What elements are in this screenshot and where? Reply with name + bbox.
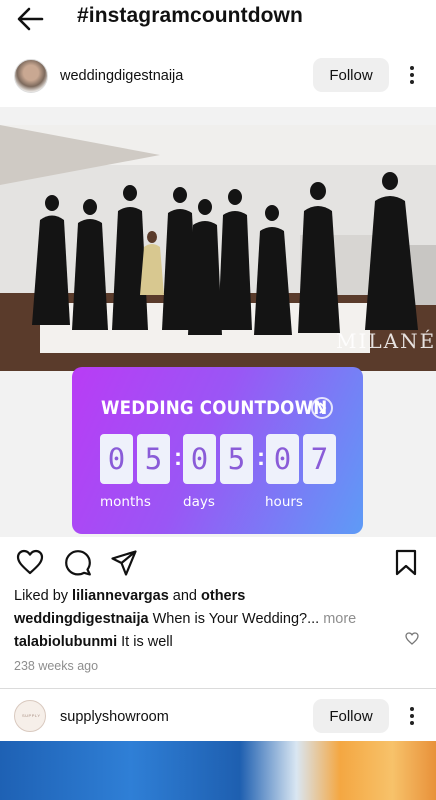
- heart-icon[interactable]: [16, 549, 44, 575]
- post-media[interactable]: [0, 741, 436, 800]
- more-options-icon[interactable]: [404, 705, 420, 727]
- colon-separator: :: [257, 444, 265, 471]
- countdown-digits: 0 5 : 0 5 : 0 7: [100, 434, 340, 484]
- comment-text: It is well: [117, 634, 173, 650]
- caption-text: When is Your Wedding?...: [148, 611, 320, 627]
- post-actions: [0, 544, 436, 582]
- countdown-digit: 5: [220, 434, 253, 484]
- follow-button[interactable]: Follow: [313, 699, 389, 733]
- follow-button[interactable]: Follow: [313, 58, 389, 92]
- countdown-digit: 0: [100, 434, 133, 484]
- liked-username[interactable]: liliannevargas: [72, 588, 169, 604]
- share-icon[interactable]: [110, 549, 138, 577]
- countdown-digit: 5: [137, 434, 170, 484]
- post-username[interactable]: supplyshowroom: [60, 709, 169, 725]
- countdown-digit: 0: [266, 434, 299, 484]
- comment-item: talabiolubunmi It is well: [14, 634, 173, 650]
- post-username[interactable]: weddingdigestnaija: [60, 68, 183, 84]
- colon-separator: :: [174, 444, 182, 471]
- liked-others[interactable]: others: [201, 588, 245, 604]
- likes-line[interactable]: Liked by liliannevargas and others: [14, 588, 245, 604]
- countdown-sticker[interactable]: WEDDING COUNTDOWN 0 5 : 0 5 : 0 7 months…: [72, 367, 363, 534]
- back-arrow-icon[interactable]: [16, 6, 44, 32]
- countdown-title: WEDDING COUNTDOWN: [101, 397, 328, 419]
- caption-more-link[interactable]: more: [319, 611, 356, 627]
- post-caption: weddingdigestnaija When is Your Wedding?…: [14, 611, 414, 627]
- top-bar: #instagramcountdown: [0, 0, 436, 40]
- avatar[interactable]: [14, 59, 48, 93]
- countdown-digit: 7: [303, 434, 336, 484]
- post-header: SUPPLY supplyshowroom Follow: [0, 696, 436, 740]
- photo-watermark: MILANÉS: [336, 329, 436, 353]
- chevron-right-icon[interactable]: [311, 397, 333, 419]
- page-title: #instagramcountdown: [77, 4, 303, 27]
- countdown-unit-days: days: [183, 494, 215, 510]
- comment-username[interactable]: talabiolubunmi: [14, 634, 117, 650]
- post-timestamp: 238 weeks ago: [14, 659, 99, 673]
- divider: [0, 688, 436, 689]
- comment-icon[interactable]: [64, 549, 92, 577]
- post-header: weddingdigestnaija Follow: [0, 55, 436, 99]
- countdown-unit-months: months: [100, 494, 151, 510]
- caption-username[interactable]: weddingdigestnaija: [14, 611, 149, 627]
- countdown-unit-hours: hours: [265, 494, 303, 510]
- countdown-digit: 0: [183, 434, 216, 484]
- post-media[interactable]: MILANÉS WEDDING COUNTDOWN 0 5 : 0 5 : 0 …: [0, 107, 436, 537]
- bookmark-icon[interactable]: [394, 549, 418, 577]
- avatar[interactable]: SUPPLY: [14, 700, 46, 732]
- more-options-icon[interactable]: [404, 64, 420, 86]
- comment-heart-icon[interactable]: [405, 632, 419, 645]
